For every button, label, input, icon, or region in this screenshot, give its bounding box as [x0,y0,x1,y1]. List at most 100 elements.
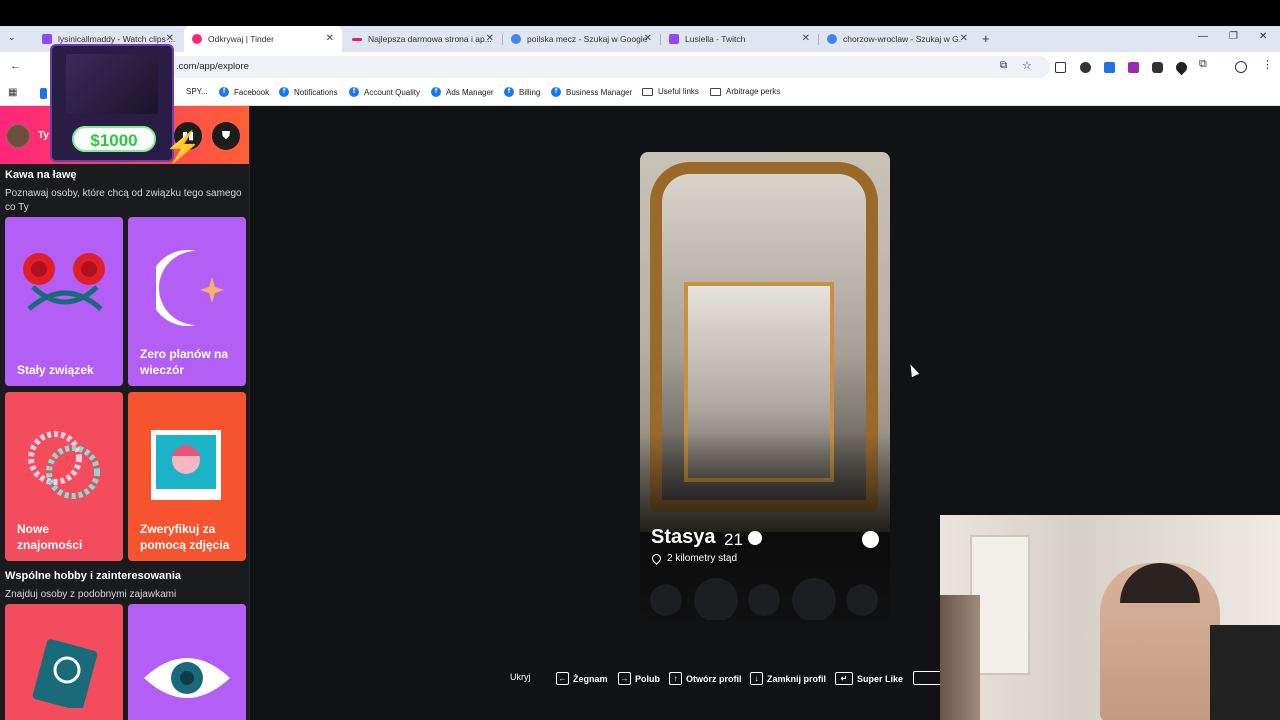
tab-google-search-mecz[interactable]: poilska mecz - Szukaj w Google ✕ [503,26,660,52]
close-tab-icon[interactable]: ✕ [166,33,174,44]
facebook-icon: f [219,87,229,97]
minimize-icon[interactable]: — [1198,31,1208,42]
close-tab-icon[interactable]: ✕ [802,33,810,44]
bookmark-useful-links[interactable]: Useful links [642,87,699,96]
card-eye[interactable] [128,604,246,720]
facebook-icon: f [551,87,561,97]
bookmark-billing[interactable]: f Billing [504,87,540,97]
bracelets-icon [28,431,100,499]
facebook-icon: f [279,87,289,97]
nope-button[interactable] [694,578,738,620]
moon-icon [156,250,224,326]
webcam-bottle [940,595,980,720]
roses-icon [23,253,105,311]
profile-age: 21 [724,530,743,549]
profile-card[interactable]: Stasya 21 2 kilometry stąd [640,152,890,620]
back-arrow-icon[interactable]: ← [10,60,21,72]
install-app-icon[interactable]: ⧉ [1000,60,1007,71]
card-staly-zwiazek[interactable]: Stały związek [5,217,123,386]
extension-5-icon[interactable] [1173,59,1190,76]
like-button[interactable] [792,578,836,620]
overlay-image [66,54,158,114]
tab-search-chevron-icon[interactable]: ⌄ [8,32,16,43]
url-omnibox[interactable]: .com/app/explore [50,56,1050,78]
twitch-favicon-icon [42,34,52,44]
profile-icon[interactable] [1235,61,1247,73]
restore-icon[interactable]: ❐ [1229,31,1238,42]
google-favicon-icon [511,34,521,44]
folder-icon [642,87,653,96]
apps-grid-icon[interactable]: ▦ [8,87,17,98]
hide-shortcuts-button[interactable]: Ukryj [510,672,531,682]
facebook-icon: f [431,87,441,97]
space-key-icon [913,671,943,685]
bookmark-account-quality[interactable]: f Account Quality [349,87,420,97]
bookmark-icon [40,88,47,99]
shortcut-open-profile: ↑ Otwórz profil [669,672,742,685]
twitch-favicon-icon [669,34,679,44]
tab-tinder[interactable]: Odkrywaj | Tinder ✕ [184,26,342,52]
close-tab-icon[interactable]: ✕ [486,33,494,44]
info-icon[interactable] [862,531,879,548]
user-name[interactable]: Ty [38,130,49,141]
verified-badge-icon [748,531,762,545]
super-like-button[interactable] [748,584,780,616]
extension-3-icon[interactable] [1128,62,1139,73]
bookmark-spy[interactable]: SPY... [186,87,208,96]
bookmark-facebook[interactable]: f Facebook [219,87,269,97]
section-title: Wspólne hobby i zainteresowania [5,570,182,582]
boost-button[interactable] [846,584,878,616]
avatar[interactable] [6,124,30,148]
bookmark-notifications[interactable]: f Notifications [279,87,338,97]
extensions-puzzle-icon[interactable]: ⧉ [1199,58,1207,71]
streamer-webcam [940,515,1280,720]
card-zweryfikuj[interactable]: Zweryfikuj za pomocą zdjęcia [128,392,246,561]
passport-icon [32,639,98,708]
folder-icon [710,87,721,96]
menu-kebab-icon[interactable]: ⋮ [1262,58,1273,71]
close-window-icon[interactable]: ✕ [1259,31,1267,42]
card-nowe-znajomosci[interactable]: Nowe znajomości [5,392,123,561]
shortcut-super-like: ↵ Super Like [835,672,903,685]
window-top-bar [0,0,1280,26]
tab-dating-site[interactable]: Najlepsza darmowa strona i ap... ✕ [344,26,502,52]
close-tab-icon[interactable]: ✕ [960,33,968,44]
arrow-up-key-icon: ↑ [669,672,682,685]
bookmark-star-icon[interactable]: ☆ [1022,59,1032,72]
extension-1-icon[interactable] [1080,62,1091,73]
arrow-right-key-icon: → [618,672,631,685]
bookmarks-bar: ▦ SPY... f Facebook f Notifications f Accou… [0,82,1280,106]
arrow-left-key-icon: ← [556,672,569,685]
extension-2-icon[interactable] [1104,62,1115,73]
extension-4-icon[interactable] [1152,62,1163,73]
shortcut-nope: ← Żegnam [556,672,608,685]
section-subtitle: Znajduj osoby z podobnymi zajawkami [5,589,177,600]
arrow-down-key-icon: ↓ [750,672,763,685]
google-favicon-icon [827,34,837,44]
facebook-icon: f [504,87,514,97]
close-tab-icon[interactable]: ✕ [326,33,334,44]
card-podroze[interactable] [5,604,123,720]
bookmark-ads-manager[interactable]: f Ads Manager [431,87,494,97]
shortcut-close-profile: ↓ Zamknij profil [750,672,826,685]
tinder-favicon-icon [192,34,202,44]
donation-amount: $1000 [72,126,156,152]
new-tab-button[interactable]: + [982,31,990,46]
card-zero-planow[interactable]: Zero planów na wieczór [128,217,246,386]
tab-google-search-chorzow[interactable]: chorzow-wroclaw - Szukaj w G... ✕ [819,26,976,52]
tab-twitch-lusiella[interactable]: Lusiella - Twitch ✕ [661,26,818,52]
stream-donation-overlay: $1000 [50,44,174,162]
site-favicon-icon [352,37,362,41]
facebook-icon: f [349,87,359,97]
address-bar: ← .com/app/explore ⧉ ☆ ⧉ ⋮ [0,52,1280,82]
profile-name: Stasya [651,526,716,548]
close-tab-icon[interactable]: ✕ [644,33,652,44]
bookmark-business-manager[interactable]: f Business Manager [551,87,632,97]
section-subtitle: Poznawaj osoby, które chcą od związku te… [5,188,242,213]
camera-icon[interactable] [1055,62,1066,73]
section-title: Kawa na ławę [5,169,77,181]
lightning-icon: ⚡ [164,131,202,164]
rewind-button[interactable] [650,584,682,616]
safety-shield-icon[interactable]: ⛊ [212,122,240,150]
bookmark-arbitrage-perks[interactable]: Arbitrage perks [710,87,780,96]
